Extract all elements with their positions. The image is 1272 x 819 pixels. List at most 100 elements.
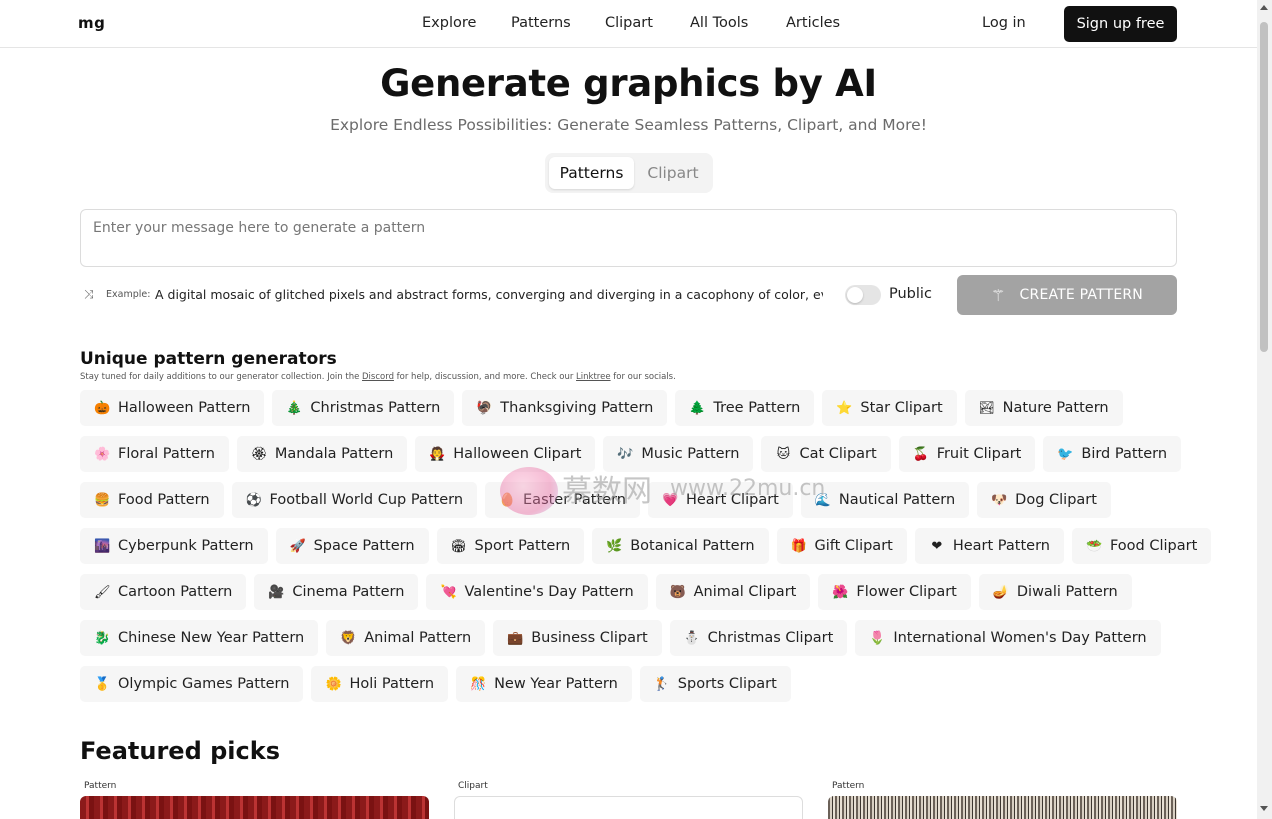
generator-tag[interactable]: 🌲 Tree Pattern bbox=[675, 390, 815, 426]
generator-tag[interactable]: 💗 Heart Clipart bbox=[647, 482, 793, 518]
page-title: Generate graphics by AI bbox=[380, 62, 877, 105]
tag-emoji-icon: 🧛 bbox=[429, 446, 446, 462]
shuffle-icon[interactable]: ⤨ bbox=[84, 287, 94, 302]
generators-subtitle-part: Stay tuned for daily additions to our ge… bbox=[80, 372, 363, 382]
tag-emoji-icon: 🏟 bbox=[450, 538, 468, 554]
generator-tag[interactable]: 🌼 Holi Pattern bbox=[311, 666, 449, 702]
tag-emoji-icon: 🚀 bbox=[289, 538, 306, 554]
linktree-link[interactable]: Linktree bbox=[576, 372, 611, 382]
tag-emoji-icon: ⛄ bbox=[683, 630, 700, 646]
tag-emoji-icon: 🏵 bbox=[250, 446, 268, 462]
tag-emoji-icon: 🌆 bbox=[94, 538, 111, 554]
generator-tag[interactable]: 🥇 Olympic Games Pattern bbox=[80, 666, 304, 702]
generator-tag[interactable]: 🌆 Cyberpunk Pattern bbox=[80, 528, 268, 564]
example-prompt[interactable]: ⤨ Example: A digital mosaic of glitched … bbox=[80, 285, 825, 305]
generator-tag[interactable]: 🥗 Food Clipart bbox=[1071, 528, 1212, 564]
tag-emoji-icon: 🌿 bbox=[606, 538, 623, 554]
tag-label: Olympic Games Pattern bbox=[118, 676, 290, 692]
generator-tag[interactable]: 🖌 Cartoon Pattern bbox=[80, 574, 247, 610]
featured-card[interactable]: Clipart bbox=[454, 780, 803, 819]
generator-tag[interactable]: 🏟 Sport Pattern bbox=[436, 528, 585, 564]
generator-tag[interactable]: 🐻 Animal Clipart bbox=[655, 574, 811, 610]
scroll-down-arrow-icon[interactable] bbox=[1260, 806, 1268, 811]
prompt-input[interactable] bbox=[80, 209, 1177, 267]
generator-tag[interactable]: ⛄ Christmas Clipart bbox=[669, 620, 848, 656]
tag-label: Mandala Pattern bbox=[274, 446, 394, 462]
tab-patterns[interactable]: Patterns bbox=[549, 157, 634, 189]
page-scrollbar[interactable] bbox=[1257, 0, 1272, 819]
nav-clipart[interactable]: Clipart bbox=[605, 15, 653, 31]
tag-label: Christmas Clipart bbox=[707, 630, 834, 646]
generator-tag[interactable]: 🧛 Halloween Clipart bbox=[415, 436, 596, 472]
tag-emoji-icon: 🐱 bbox=[776, 446, 791, 462]
generator-tag[interactable]: 🌿 Botanical Pattern bbox=[592, 528, 769, 564]
generator-tag[interactable]: 🐦 Bird Pattern bbox=[1043, 436, 1182, 472]
featured-card[interactable]: Pattern bbox=[828, 780, 1177, 819]
tag-emoji-icon: 🌷 bbox=[869, 630, 886, 646]
generator-tag[interactable]: 🪔 Diwali Pattern bbox=[978, 574, 1132, 610]
generator-tag[interactable]: 🎶 Music Pattern bbox=[603, 436, 754, 472]
tab-clipart[interactable]: Clipart bbox=[637, 157, 709, 189]
generator-tag[interactable]: ❤ Heart Pattern bbox=[914, 528, 1064, 564]
generator-tag[interactable]: 🌊 Nautical Pattern bbox=[800, 482, 970, 518]
generator-tag[interactable]: 🎃 Halloween Pattern bbox=[80, 390, 265, 426]
nav-all-tools[interactable]: All Tools bbox=[690, 15, 748, 31]
tag-emoji-icon: ❤ bbox=[931, 538, 943, 554]
create-pattern-button[interactable]: ⚚ CREATE PATTERN bbox=[957, 275, 1177, 315]
tag-emoji-icon: 🖌 bbox=[94, 584, 111, 600]
login-link[interactable]: Log in bbox=[982, 15, 1026, 31]
tag-label: Dog Clipart bbox=[1015, 492, 1097, 508]
card-thumbnail[interactable] bbox=[828, 796, 1177, 819]
card-thumbnail[interactable] bbox=[80, 796, 429, 819]
tag-emoji-icon: 🌸 bbox=[94, 446, 111, 462]
generator-tag[interactable]: 🥚 Easter Pattern bbox=[485, 482, 640, 518]
generator-tag[interactable]: ⚽ Football World Cup Pattern bbox=[231, 482, 478, 518]
generator-tag[interactable]: 🏌 Sports Clipart bbox=[639, 666, 791, 702]
tag-label: Nature Pattern bbox=[1002, 400, 1109, 416]
generator-tag[interactable]: 🍔 Food Pattern bbox=[80, 482, 224, 518]
tag-label: Cat Clipart bbox=[799, 446, 877, 462]
generator-tag[interactable]: 🎊 New Year Pattern bbox=[456, 666, 632, 702]
generator-tag[interactable]: 🌺 Flower Clipart bbox=[818, 574, 971, 610]
generator-tag[interactable]: 🦃 Thanksgiving Pattern bbox=[462, 390, 668, 426]
generator-tag[interactable]: 🏵 Mandala Pattern bbox=[236, 436, 408, 472]
featured-title: Featured picks bbox=[80, 737, 280, 765]
tag-label: Thanksgiving Pattern bbox=[500, 400, 654, 416]
generator-tag[interactable]: ⭐ Star Clipart bbox=[822, 390, 957, 426]
tag-label: Botanical Pattern bbox=[630, 538, 755, 554]
generator-tag[interactable]: 🌸 Floral Pattern bbox=[80, 436, 229, 472]
generator-tag[interactable]: 🍒 Fruit Clipart bbox=[898, 436, 1036, 472]
generator-tag[interactable]: 🚀 Space Pattern bbox=[275, 528, 429, 564]
featured-card[interactable]: Pattern bbox=[80, 780, 429, 819]
tag-label: Business Clipart bbox=[531, 630, 648, 646]
generator-tag[interactable]: 🦁 Animal Pattern bbox=[326, 620, 486, 656]
discord-link[interactable]: Discord bbox=[362, 372, 394, 382]
example-text[interactable]: A digital mosaic of glitched pixels and … bbox=[155, 287, 823, 302]
tag-label: Halloween Clipart bbox=[453, 446, 582, 462]
generator-tag[interactable]: 🎥 Cinema Pattern bbox=[254, 574, 419, 610]
tag-emoji-icon: 🥗 bbox=[1085, 538, 1103, 554]
signup-button[interactable]: Sign up free bbox=[1064, 6, 1177, 42]
nav-articles[interactable]: Articles bbox=[786, 15, 840, 31]
generator-tag[interactable]: 🌷 International Women's Day Pattern bbox=[855, 620, 1161, 656]
scrollbar-thumb[interactable] bbox=[1260, 22, 1268, 352]
tag-emoji-icon: 🎥 bbox=[268, 584, 285, 600]
generator-tag[interactable]: 🐉 Chinese New Year Pattern bbox=[80, 620, 319, 656]
scroll-up-arrow-icon[interactable] bbox=[1260, 5, 1268, 10]
generator-tag[interactable]: 💼 Business Clipart bbox=[493, 620, 662, 656]
nav-explore[interactable]: Explore bbox=[422, 15, 476, 31]
tag-label: Heart Pattern bbox=[952, 538, 1050, 554]
generator-tag[interactable]: 🎄 Christmas Pattern bbox=[272, 390, 455, 426]
tag-label: Flower Clipart bbox=[856, 584, 957, 600]
nav-patterns[interactable]: Patterns bbox=[511, 15, 571, 31]
generator-tag[interactable]: 🎁 Gift Clipart bbox=[776, 528, 907, 564]
generator-tag[interactable]: 💘 Valentine's Day Pattern bbox=[426, 574, 648, 610]
generator-tag[interactable]: 🐶 Dog Clipart bbox=[977, 482, 1111, 518]
card-thumbnail[interactable] bbox=[454, 796, 803, 819]
tag-emoji-icon: 🐉 bbox=[94, 630, 111, 646]
generator-tag[interactable]: 🏞 Nature Pattern bbox=[964, 390, 1123, 426]
tag-emoji-icon: 🏞 bbox=[978, 400, 996, 416]
top-header: mg Explore Patterns Clipart All Tools Ar… bbox=[0, 0, 1257, 48]
public-toggle[interactable] bbox=[845, 285, 881, 305]
generator-tag[interactable]: 🐱 Cat Clipart bbox=[761, 436, 891, 472]
